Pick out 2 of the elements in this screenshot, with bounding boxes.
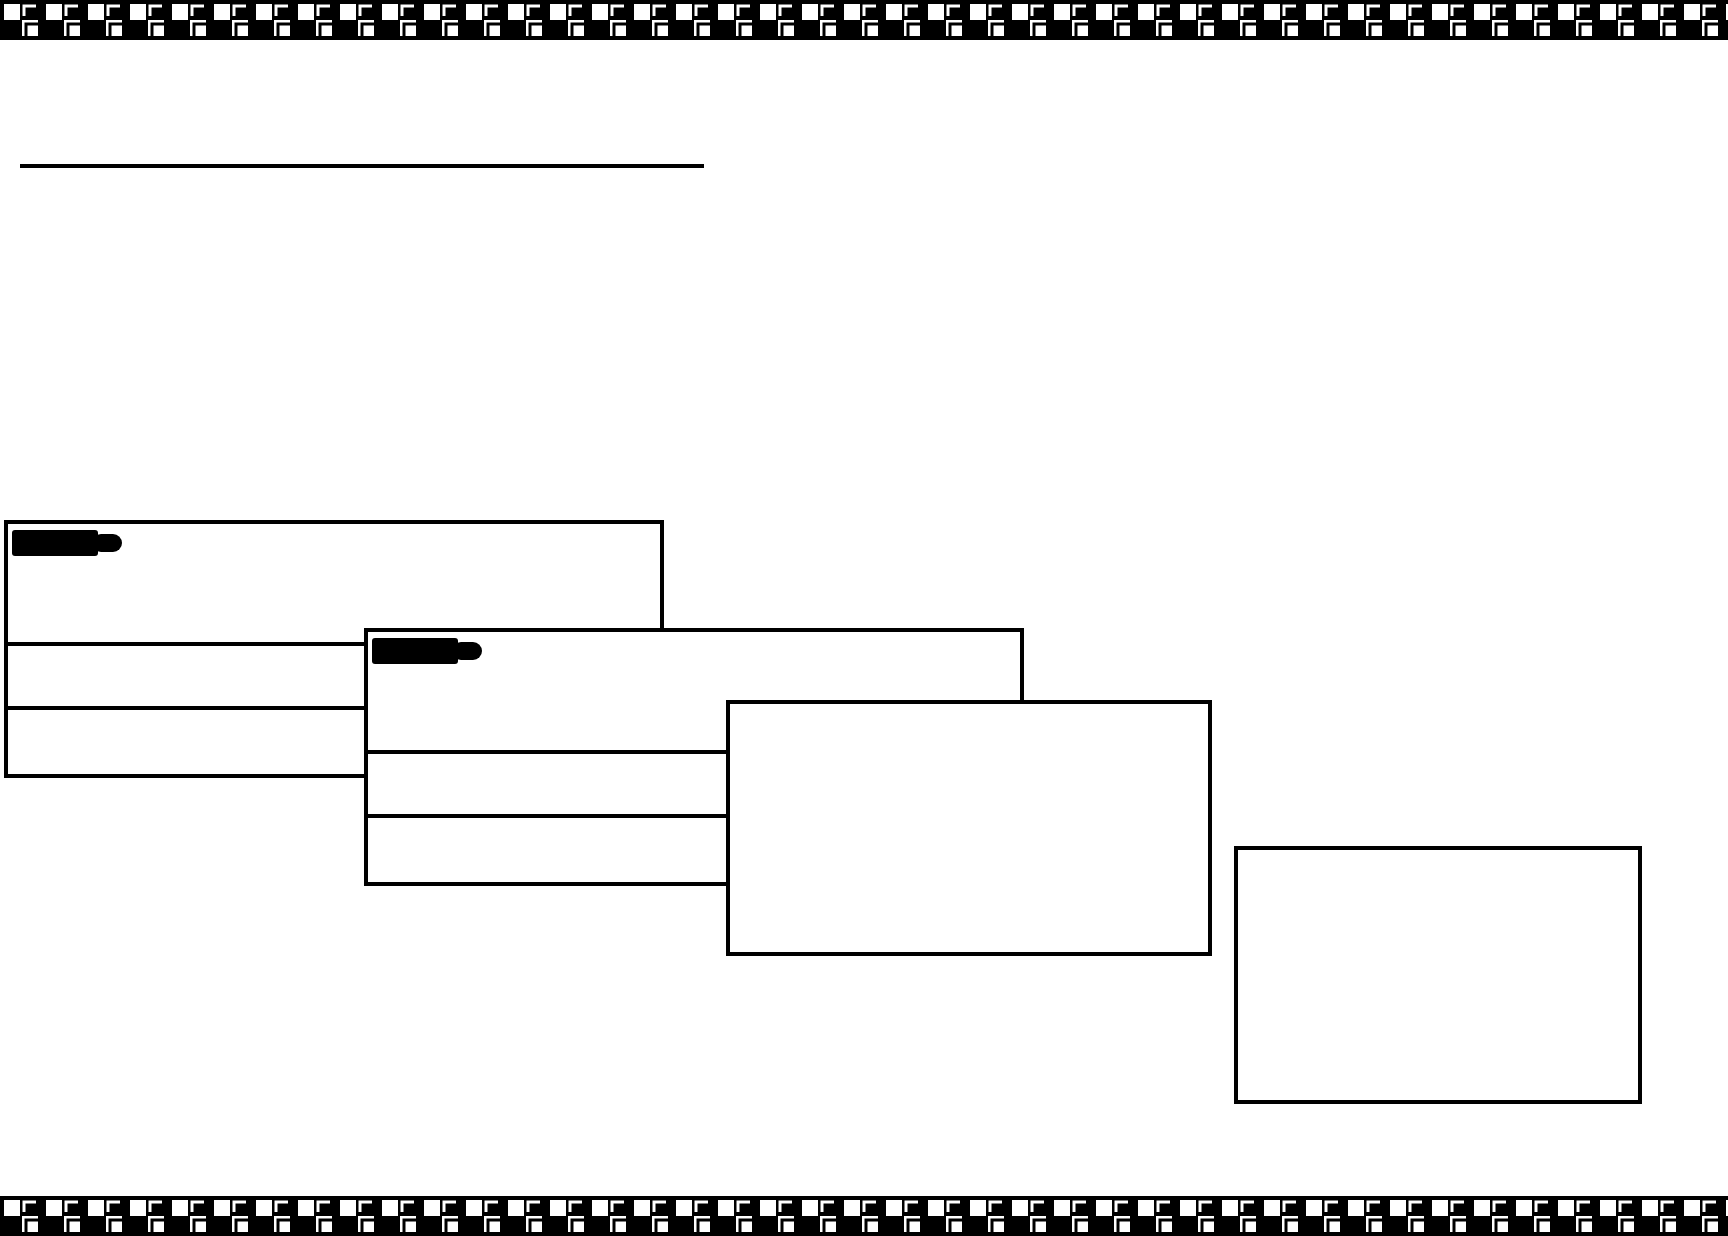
tag-icon bbox=[372, 638, 482, 664]
tag-icon bbox=[12, 530, 122, 556]
